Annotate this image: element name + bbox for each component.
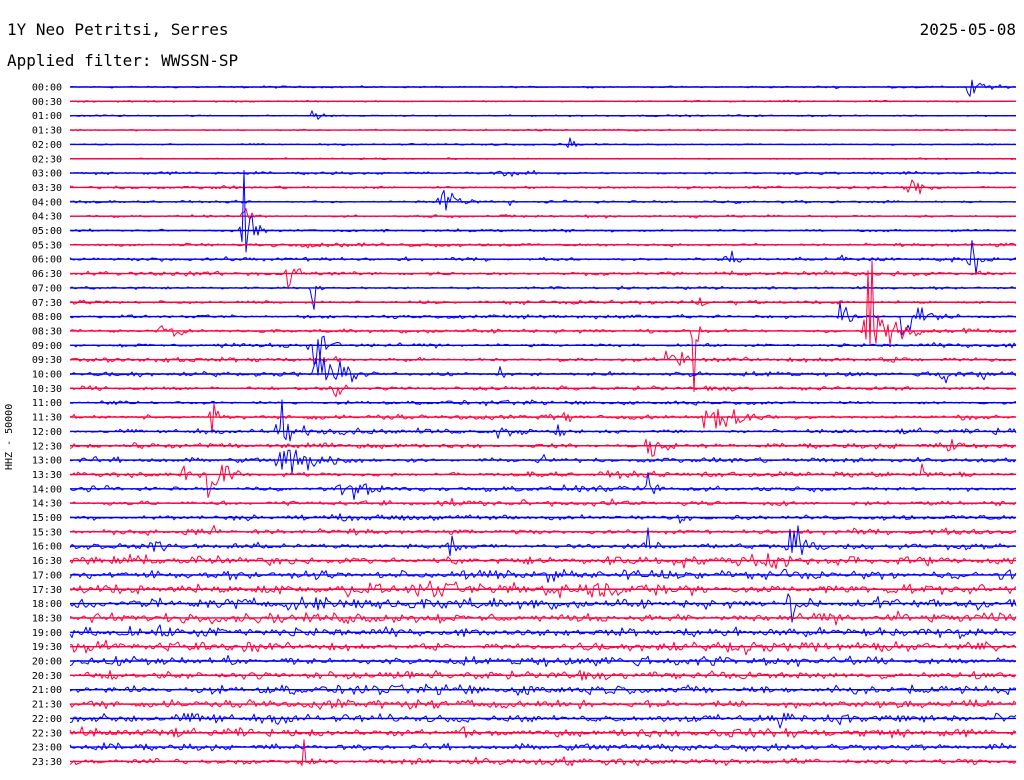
- time-label: 11:30: [32, 413, 62, 424]
- time-label: 13:00: [32, 456, 62, 467]
- trace-line: [69, 384, 1017, 398]
- trace-line: [69, 513, 1017, 524]
- trace-line: [69, 79, 1017, 97]
- trace-line: [69, 438, 1017, 457]
- time-label: 23:00: [32, 743, 62, 754]
- time-label: 10:30: [32, 384, 62, 395]
- time-label: 16:00: [32, 542, 62, 553]
- time-label: 08:30: [32, 326, 62, 337]
- trace-line: [69, 463, 1017, 498]
- time-label: 18:30: [32, 613, 62, 624]
- time-label: 05:30: [32, 240, 62, 251]
- trace-line: [69, 399, 1017, 442]
- time-label: 13:30: [32, 470, 62, 481]
- trace-line: [69, 568, 1017, 583]
- trace-line: [69, 350, 1017, 366]
- time-label: 06:00: [32, 255, 62, 266]
- trace-line: [69, 189, 1017, 211]
- time-label: 02:00: [32, 140, 62, 151]
- time-label: 10:00: [32, 370, 62, 381]
- time-label: 07:00: [32, 283, 62, 294]
- time-label: 21:30: [32, 700, 62, 711]
- time-label: 06:30: [32, 269, 62, 280]
- time-label: 17:00: [32, 570, 62, 581]
- time-label: 18:00: [32, 599, 62, 610]
- trace-line: [69, 260, 1017, 393]
- trace-line: [69, 525, 1017, 536]
- time-label: 19:30: [32, 642, 62, 653]
- time-label: 23:30: [32, 757, 62, 768]
- trace-line: [69, 208, 1017, 220]
- time-label: 08:00: [32, 312, 62, 323]
- trace-line: [69, 497, 1017, 507]
- time-label: 15:30: [32, 527, 62, 538]
- trace-line: [69, 268, 1016, 289]
- trace-line: [69, 137, 1017, 148]
- time-label: 12:00: [32, 427, 62, 438]
- time-label: 03:00: [32, 169, 62, 180]
- time-label: 01:00: [32, 111, 62, 122]
- time-label: 14:30: [32, 499, 62, 510]
- time-label: 05:00: [32, 226, 62, 237]
- time-label: 22:30: [32, 728, 62, 739]
- time-label: 16:30: [32, 556, 62, 567]
- trace-line: [69, 639, 1017, 656]
- time-label: 07:30: [32, 298, 62, 309]
- trace-line: [69, 169, 1017, 253]
- time-label: 17:30: [32, 585, 62, 596]
- time-label: 03:30: [32, 183, 62, 194]
- time-label: 04:00: [32, 197, 62, 208]
- time-label: 11:00: [32, 398, 62, 409]
- time-label: 19:00: [32, 628, 62, 639]
- trace-line: [69, 449, 1017, 474]
- trace-line: [69, 403, 1017, 434]
- time-label: 20:00: [32, 657, 62, 668]
- time-label: 04:30: [32, 212, 62, 223]
- time-label: 15:00: [32, 513, 62, 524]
- time-label: 20:30: [32, 671, 62, 682]
- time-label: 09:30: [32, 355, 62, 366]
- trace-line: [69, 285, 1017, 310]
- time-label: 22:00: [32, 714, 62, 725]
- time-label: 21:00: [32, 685, 62, 696]
- trace-line: [69, 712, 1017, 729]
- time-label: 00:30: [32, 97, 62, 108]
- time-label: 00:00: [32, 83, 62, 94]
- time-label: 09:00: [32, 341, 62, 352]
- time-label: 14:00: [32, 484, 62, 495]
- time-label: 01:30: [32, 126, 62, 137]
- time-label: 02:30: [32, 154, 62, 165]
- time-label: 12:30: [32, 441, 62, 452]
- time-label-group: 00:00 00:30 01:00 01:30 02:00 02:30 03:00 03:30…: [32, 83, 62, 768]
- trace-group: [69, 79, 1017, 767]
- seismogram-plot: 00:00 00:30 01:00 01:30 02:00 02:30 03:00 03:30…: [32, 79, 1017, 768]
